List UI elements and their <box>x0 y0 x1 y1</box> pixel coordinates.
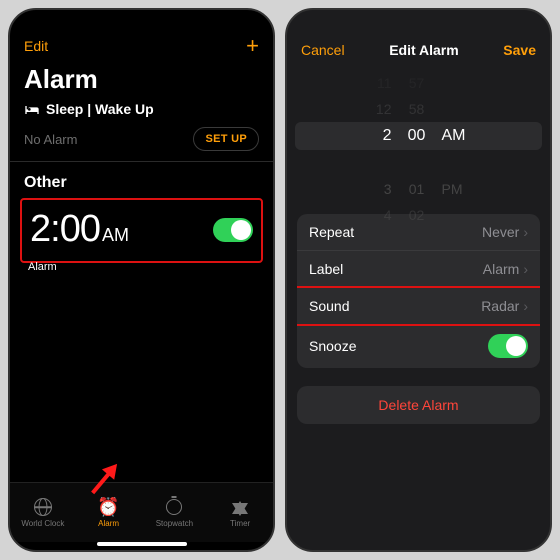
tab-label: Timer <box>230 519 250 528</box>
picker-minute[interactable]: 58 <box>406 101 428 117</box>
picker-hour-selected[interactable]: 2 <box>370 127 392 145</box>
tab-world-clock[interactable]: World Clock <box>10 483 76 542</box>
picker-ampm[interactable]: PM <box>442 181 468 197</box>
tab-bar: World Clock ⏰ Alarm Stopwatch Timer <box>10 482 273 542</box>
globe-icon <box>33 497 53 517</box>
sleep-label: Sleep | Wake Up <box>46 101 154 117</box>
save-button[interactable]: Save <box>503 42 536 58</box>
label-row[interactable]: Label Alarm› <box>297 251 540 288</box>
bed-icon <box>24 103 40 115</box>
row-label: Snooze <box>309 338 356 354</box>
row-value: Alarm <box>483 261 520 277</box>
alarm-sublabel: Alarm <box>10 261 273 273</box>
alarm-clock-icon: ⏰ <box>99 497 119 517</box>
alarm-row[interactable]: 2:00 AM <box>20 198 263 263</box>
row-label: Label <box>309 261 343 277</box>
cancel-button[interactable]: Cancel <box>301 42 345 58</box>
sleep-section-header: Sleep | Wake Up <box>10 97 273 121</box>
edit-button[interactable]: Edit <box>24 38 48 54</box>
edit-alarm-screen: Cancel Edit Alarm Save 1157 1258 159 2 0… <box>285 8 552 552</box>
tab-alarm[interactable]: ⏰ Alarm <box>76 483 142 542</box>
nav-bar: Edit + <box>10 32 273 60</box>
sleep-alarm-row: No Alarm SET UP <box>10 121 273 162</box>
sound-row[interactable]: Sound Radar› <box>297 286 540 326</box>
row-label: Sound <box>309 298 349 314</box>
other-section-header: Other <box>10 162 273 198</box>
timer-icon <box>230 497 250 517</box>
nav-bar: Cancel Edit Alarm Save <box>287 32 550 68</box>
tab-label: Alarm <box>98 519 119 528</box>
settings-list: Repeat Never› Label Alarm› Sound Radar› … <box>297 214 540 368</box>
tab-label: Stopwatch <box>156 519 193 528</box>
delete-alarm-button[interactable]: Delete Alarm <box>297 386 540 424</box>
alarm-time-ampm: AM <box>102 225 129 246</box>
stopwatch-icon <box>164 497 184 517</box>
alarm-list-screen: Edit + Alarm Sleep | Wake Up No Alarm SE… <box>8 8 275 552</box>
chevron-right-icon: › <box>523 298 528 314</box>
status-bar <box>10 10 273 32</box>
alarm-time: 2:00 AM <box>30 208 129 251</box>
picker-hour[interactable]: 4 <box>370 207 392 223</box>
picker-hour[interactable]: 3 <box>370 181 392 197</box>
status-bar <box>287 10 550 32</box>
tab-label: World Clock <box>21 519 64 528</box>
picker-ampm-selected[interactable]: AM <box>442 127 468 145</box>
chevron-right-icon: › <box>523 261 528 277</box>
row-value: Radar <box>481 298 519 314</box>
snooze-toggle[interactable] <box>488 334 528 358</box>
alarm-time-value: 2:00 <box>30 208 100 251</box>
picker-selection-bar: 2 00 AM <box>295 122 542 150</box>
picker-hour[interactable]: 12 <box>370 101 392 117</box>
tab-stopwatch[interactable]: Stopwatch <box>142 483 208 542</box>
page-title: Edit Alarm <box>389 42 459 58</box>
setup-button[interactable]: SET UP <box>193 127 259 151</box>
tab-timer[interactable]: Timer <box>207 483 273 542</box>
add-alarm-button[interactable]: + <box>246 33 259 59</box>
snooze-row: Snooze <box>297 324 540 368</box>
picker-minute[interactable]: 01 <box>406 181 428 197</box>
home-indicator[interactable] <box>97 542 187 546</box>
picker-minute-selected[interactable]: 00 <box>406 127 428 145</box>
time-picker[interactable]: 1157 1258 159 2 00 AM 301PM 402 <box>287 70 550 200</box>
alarm-toggle[interactable] <box>213 218 253 242</box>
picker-hour[interactable]: 11 <box>370 75 392 91</box>
picker-minute[interactable]: 02 <box>406 207 428 223</box>
no-alarm-label: No Alarm <box>24 132 77 147</box>
page-title: Alarm <box>10 60 273 97</box>
picker-minute[interactable]: 57 <box>406 75 428 91</box>
